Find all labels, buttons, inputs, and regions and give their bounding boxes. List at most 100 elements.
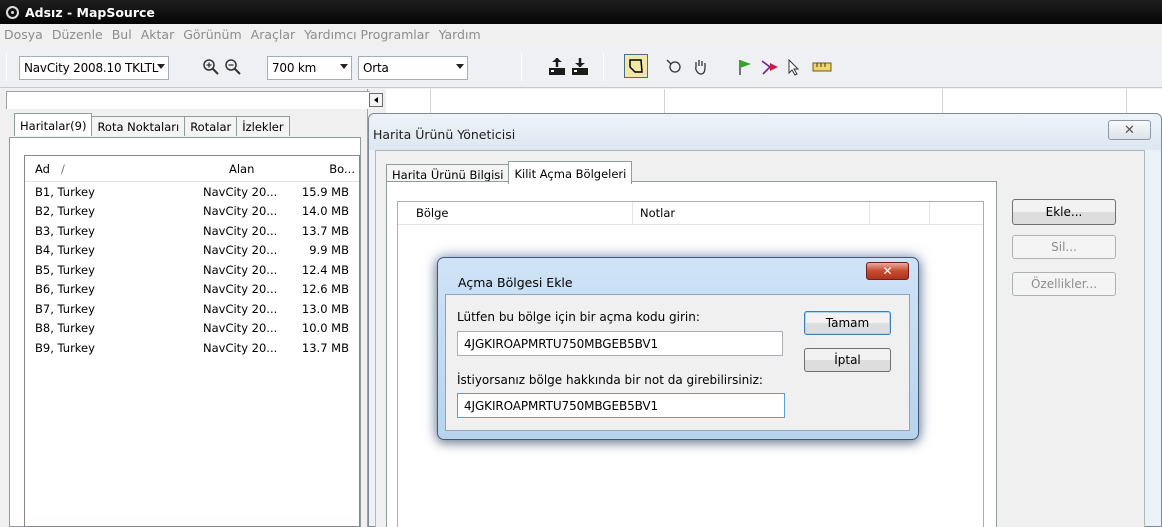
close-button[interactable]: ✕	[1108, 120, 1151, 140]
receive-from-device-icon[interactable]	[547, 57, 567, 77]
unlock-regions-header: Bölge Notlar	[398, 201, 983, 225]
map-product-value: NavCity 2008.10 TKLTL	[24, 61, 159, 75]
menu-yardimci-programlar[interactable]: Yardımcı Programlar	[304, 27, 429, 42]
maps-list[interactable]: Ad / Alan Bo... B1, Turkey NavCity 20... 1…	[24, 155, 360, 527]
tab-izlekler[interactable]: İzlekler	[236, 116, 290, 136]
map-area-cell: NavCity 20...	[203, 243, 278, 258]
add-button[interactable]: Ekle...	[1012, 199, 1116, 225]
column-header-notlar[interactable]: Notlar	[633, 201, 870, 225]
properties-button[interactable]: Özellikler...	[1012, 272, 1116, 296]
selection-pointer-icon[interactable]	[784, 57, 804, 77]
table-row[interactable]: B4, Turkey NavCity 20... 9.9 MB	[25, 241, 359, 261]
ok-button[interactable]: Tamam	[804, 311, 891, 335]
table-row[interactable]: B8, Turkey NavCity 20... 10.0 MB	[25, 319, 359, 339]
map-size-cell: 12.6 MB	[301, 282, 349, 297]
table-row[interactable]: B9, Turkey NavCity 20... 13.7 MB	[25, 338, 359, 358]
tab-haritalar[interactable]: Haritalar(9)	[14, 113, 93, 136]
column-ad-label: Ad	[35, 161, 50, 176]
zoom-out-icon[interactable]	[223, 57, 243, 77]
menu-duzenle[interactable]: Düzenle	[52, 27, 103, 42]
close-icon: ✕	[882, 264, 893, 278]
map-size-cell: 10.0 MB	[301, 321, 349, 336]
map-size-cell: 14.0 MB	[301, 204, 349, 219]
menu-yardim[interactable]: Yardım	[439, 27, 481, 42]
map-name-cell: B1, Turkey	[35, 184, 95, 199]
detail-level-value: Orta	[363, 61, 389, 75]
map-area-cell: NavCity 20...	[203, 262, 278, 277]
toolbar-grip	[6, 53, 7, 81]
tab-rota-noktalari[interactable]: Rota Noktaları	[91, 116, 186, 136]
map-name-cell: B2, Turkey	[35, 204, 95, 219]
table-row[interactable]: B5, Turkey NavCity 20... 12.4 MB	[25, 260, 359, 280]
zoom-in-icon[interactable]	[201, 57, 221, 77]
toolbar: NavCity 2008.10 TKLTL 700 km Orta	[0, 45, 1162, 88]
chevron-down-icon	[456, 64, 464, 69]
dialog-content: Lütfen bu bölge için bir açma kodu girin…	[445, 294, 910, 431]
note-label: İstiyorsanız bölge hakkında bir not da g…	[457, 373, 763, 387]
map-area-cell: NavCity 20...	[203, 223, 278, 238]
column-header-boyut[interactable]: Bo...	[297, 162, 357, 176]
table-row[interactable]: B7, Turkey NavCity 20... 13.0 MB	[25, 299, 359, 319]
tab-rotalar[interactable]: Rotalar	[184, 116, 238, 136]
tab-kilit-acma-bolgeleri[interactable]: Kilit Açma Bölgeleri	[508, 161, 633, 184]
table-row[interactable]: B3, Turkey NavCity 20... 13.7 MB	[25, 221, 359, 241]
menu-araclar[interactable]: Araçlar	[251, 27, 296, 42]
map-area-cell: NavCity 20...	[203, 282, 278, 297]
menu-gorunum[interactable]: Görünüm	[183, 27, 241, 42]
menu-bar: Dosya Düzenle Bul Aktar Görünüm Araçlar …	[0, 24, 1162, 45]
chevron-down-icon	[157, 64, 165, 69]
column-header-empty	[870, 201, 930, 225]
unlock-code-input[interactable]: 4JGKIROAPMRTU750MBGEB5BV1	[457, 331, 783, 356]
maps-list-header: Ad / Alan Bo...	[25, 156, 359, 182]
map-area-cell: NavCity 20...	[203, 184, 278, 199]
measure-ruler-icon[interactable]	[812, 57, 832, 77]
map-size-cell: 13.7 MB	[301, 340, 349, 355]
zoom-level-select[interactable]: 700 km	[267, 56, 352, 80]
map-size-cell: 13.7 MB	[301, 223, 349, 238]
collapse-pane-icon[interactable]	[369, 93, 383, 107]
map-name-cell: B8, Turkey	[35, 321, 95, 336]
toolbar-separator	[521, 53, 522, 81]
zoom-tool-icon[interactable]	[664, 57, 684, 77]
table-row[interactable]: B6, Turkey NavCity 20... 12.6 MB	[25, 280, 359, 300]
menu-aktar[interactable]: Aktar	[141, 27, 175, 42]
map-product-manager-title: Harita Ürünü Yöneticisi	[373, 126, 516, 142]
zoom-level-value: 700 km	[272, 61, 317, 75]
map-name-cell: B4, Turkey	[35, 243, 95, 258]
mapsource-app-icon	[6, 5, 19, 19]
left-tabs: Haritalar(9) Rota Noktaları Rotalar İzle…	[14, 113, 290, 136]
map-product-manager-titlebar: Harita Ürünü Yöneticisi	[369, 114, 1161, 150]
note-input[interactable]: 4JGKIROAPMRTU750MBGEB5BV1	[457, 393, 785, 418]
sort-indicator: /	[60, 161, 65, 176]
column-header-ad[interactable]: Ad /	[25, 162, 195, 176]
menu-dosya[interactable]: Dosya	[4, 27, 43, 42]
map-name-cell: B9, Turkey	[35, 340, 95, 355]
map-tool-icon[interactable]	[624, 54, 648, 78]
map-product-select[interactable]: NavCity 2008.10 TKLTL	[19, 56, 169, 80]
map-name-cell: B6, Turkey	[35, 282, 95, 297]
window-titlebar: Adsız - MapSource	[0, 0, 1162, 24]
map-area-cell: NavCity 20...	[203, 340, 278, 355]
toolbar-separator	[603, 53, 604, 81]
map-size-cell: 9.9 MB	[309, 243, 349, 258]
send-to-device-icon[interactable]	[570, 57, 590, 77]
delete-button[interactable]: Sil...	[1012, 235, 1116, 259]
dialog-close-button[interactable]: ✕	[866, 262, 909, 280]
chevron-down-icon	[340, 64, 348, 69]
cancel-button[interactable]: İptal	[804, 348, 891, 372]
hand-pan-icon[interactable]	[690, 57, 710, 77]
window-title: Adsız - MapSource	[25, 4, 155, 20]
column-header-alan[interactable]: Alan	[195, 162, 297, 176]
map-area-cell: NavCity 20...	[203, 321, 278, 336]
table-row[interactable]: B1, Turkey NavCity 20... 15.9 MB	[25, 182, 359, 202]
detail-level-select[interactable]: Orta	[358, 56, 468, 80]
menu-bul[interactable]: Bul	[112, 27, 132, 42]
route-tool-icon[interactable]	[760, 57, 780, 77]
column-header-bolge[interactable]: Bölge	[398, 201, 633, 225]
table-row[interactable]: B2, Turkey NavCity 20... 14.0 MB	[25, 202, 359, 222]
close-icon: ✕	[1124, 122, 1135, 138]
unlock-code-label: Lütfen bu bölge için bir açma kodu girin…	[457, 310, 700, 324]
map-size-cell: 15.9 MB	[301, 184, 349, 199]
map-name-cell: B7, Turkey	[35, 301, 95, 316]
waypoint-flag-icon[interactable]	[735, 57, 755, 77]
